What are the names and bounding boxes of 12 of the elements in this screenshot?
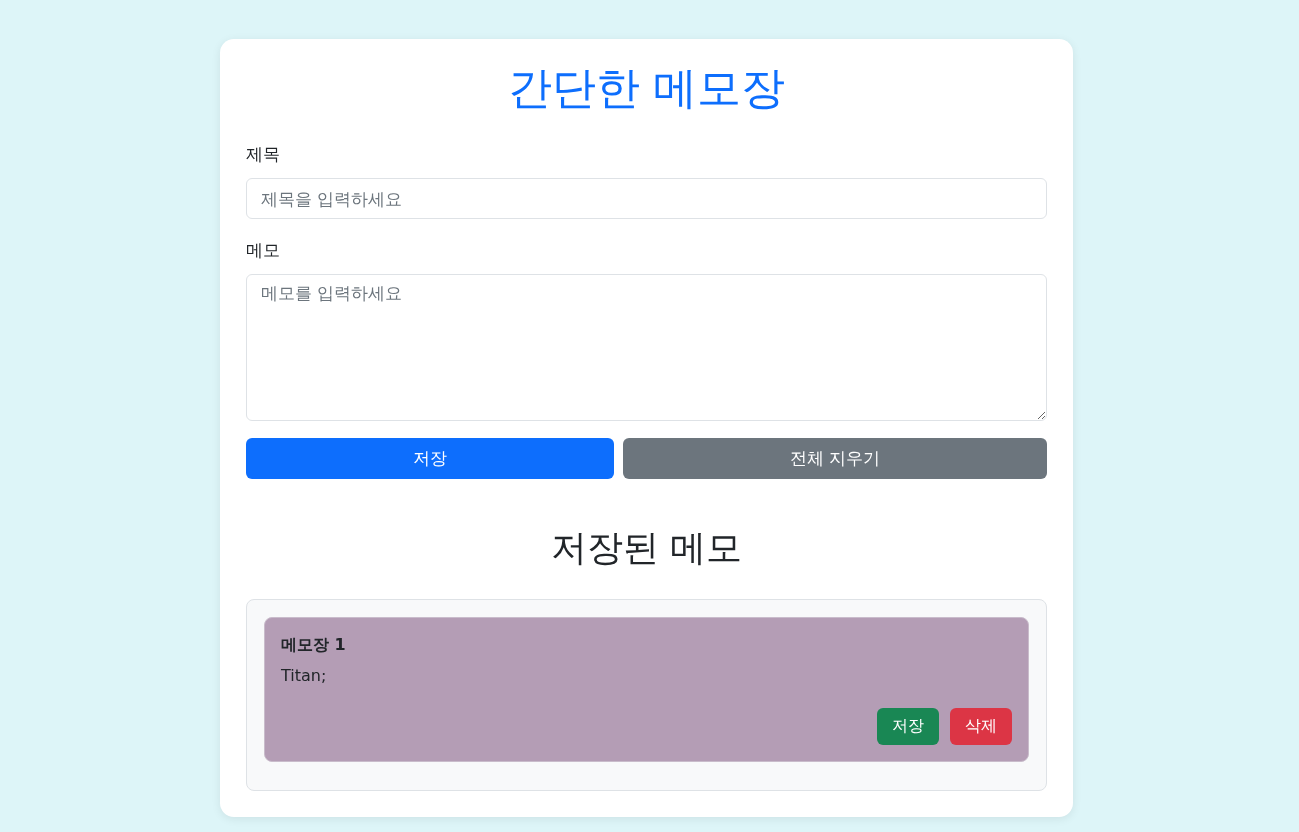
app-title: 간단한 메모장 [506,61,787,115]
save-button[interactable]: 저장 [877,708,939,745]
title-label: 제목 [246,143,281,166]
memo-title: 메모장 1 [281,635,347,656]
clear-all-button[interactable]: 전체 지우기 [622,438,1047,479]
memo-text: Titan; [281,666,328,685]
save-button[interactable]: 저장 [246,438,614,479]
memo-label: 메모 [246,239,281,262]
memo-input-field[interactable]: 메모를 입력하세요 [246,274,1047,421]
title-input-field[interactable]: 제목을 입력하세요 [246,178,1047,219]
saved-memos-heading: 저장된 메모 [549,526,744,570]
delete-button[interactable]: 삭제 [950,708,1012,745]
